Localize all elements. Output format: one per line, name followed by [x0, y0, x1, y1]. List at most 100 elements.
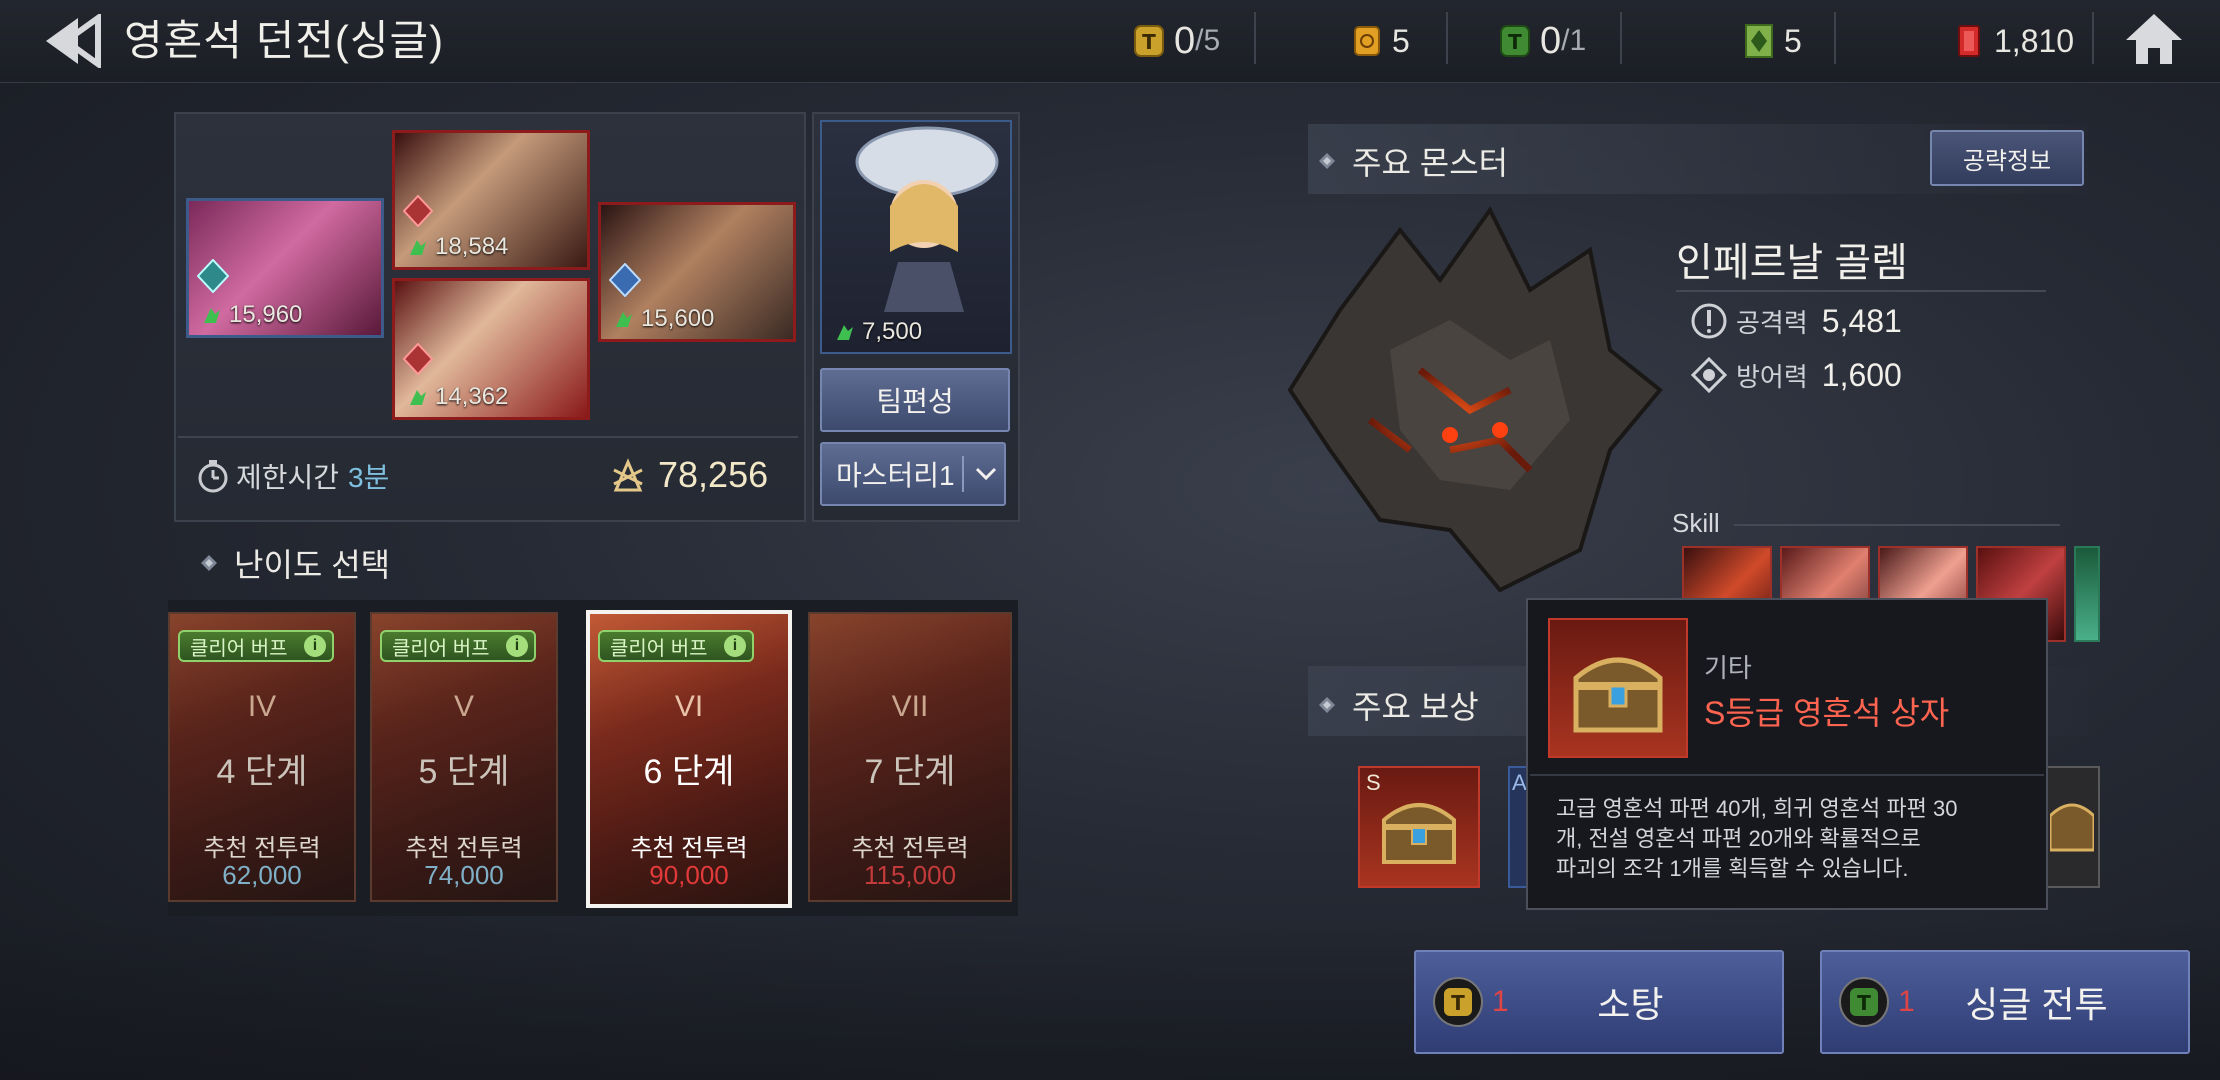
info-icon[interactable]: i [506, 635, 528, 657]
team-formation-button[interactable]: 팀편성 [820, 368, 1010, 432]
difficulty-roman: IV [247, 690, 277, 723]
defense-stat: 방어력 1,600 [1690, 356, 1902, 394]
soul-shard-counter: 5 [1744, 16, 1802, 66]
recommended-power-value: 62,000 [222, 860, 302, 890]
power-icon [410, 390, 426, 405]
divider [1446, 12, 1448, 64]
class-badge-icon [403, 343, 433, 375]
difficulty-roman: VII [891, 690, 929, 723]
difficulty-label: 5 단계 [418, 753, 510, 791]
recommended-power-label: 추천 전투력 [405, 835, 523, 862]
divider [1530, 774, 2044, 776]
info-icon[interactable]: i [724, 635, 746, 657]
divider [2092, 12, 2094, 64]
treasure-chest-icon [2050, 803, 2094, 852]
back-icon[interactable] [44, 14, 114, 68]
pet-portrait [855, 126, 999, 312]
power-icon [410, 240, 426, 255]
green-ticket-icon: T [1500, 25, 1530, 57]
diamond-bullet-icon [201, 555, 217, 571]
svg-text:T: T [1142, 30, 1156, 54]
divider [1620, 12, 1622, 64]
green-ticket-counter: T 0/1 [1500, 16, 1586, 66]
hero-card-4[interactable]: 15,600 [598, 202, 796, 342]
difficulty-card-5[interactable]: 클리어 버프 i V 5 단계 추천 전투력 74,000 [370, 612, 558, 902]
potion-icon [1354, 26, 1380, 56]
recommended-power-label: 추천 전투력 [630, 835, 748, 862]
total-combat-power: 78,256 [658, 454, 769, 495]
defense-icon [1690, 356, 1728, 394]
reward-section-title: 주요 보상 [1318, 682, 1479, 728]
class-badge-icon [609, 263, 641, 297]
svg-text:T: T [1451, 991, 1465, 1015]
strategy-info-button[interactable]: 공략정보 [1930, 130, 2084, 186]
tooltip-item-name: S등급 영혼석 상자 [1704, 695, 1950, 731]
hero-card-1[interactable]: 15,960 [186, 198, 384, 338]
yellow-ticket-icon: T [1134, 25, 1164, 57]
skill-icon-5[interactable] [2074, 546, 2100, 642]
green-ticket-icon: T [1839, 977, 1889, 1027]
sweep-button[interactable]: T 1 소탕 [1414, 950, 1784, 1054]
monster-name: 인페르날 골렘 [1676, 241, 1908, 285]
power-icon [616, 312, 632, 327]
treasure-chest-icon [1382, 803, 1456, 864]
time-limit-label: 제한시간 [236, 462, 340, 493]
tooltip-item-frame [1548, 618, 1688, 758]
reward-item-s-chest[interactable]: S [1358, 766, 1480, 888]
info-icon[interactable]: i [304, 635, 326, 657]
monster-portrait [1287, 206, 1663, 593]
difficulty-roman: V [453, 690, 474, 723]
monster-section-title: 주요 몬스터 [1318, 138, 1508, 184]
tooltip-description: 고급 영혼석 파편 40개, 희귀 영혼석 파편 30 개, 전설 영혼석 파편… [1556, 796, 1958, 881]
hero-card-2[interactable]: 18,584 [392, 130, 590, 270]
pet-card[interactable]: 7,500 [820, 120, 1012, 354]
difficulty-card-7[interactable]: VII 7 단계 추천 전투력 115,000 [808, 612, 1012, 902]
attack-stat: 공격력 5,481 [1690, 302, 1902, 340]
difficulty-label: 7 단계 [864, 753, 956, 791]
combat-power-icon [613, 458, 643, 492]
clear-buff-badge: 클리어 버프 i [380, 630, 536, 662]
recommended-power-value: 115,000 [863, 860, 957, 890]
difficulty-section-title: 난이도 선택 [200, 540, 390, 586]
difficulty-label: 6 단계 [643, 753, 735, 791]
stamina-counter: 5 [1352, 16, 1410, 66]
tooltip-category: 기타 [1704, 653, 1752, 683]
divider [962, 456, 964, 492]
recommended-power-value: 74,000 [424, 860, 504, 890]
class-badge-icon [403, 195, 433, 227]
attack-icon [1691, 303, 1727, 339]
ruby-icon [1958, 25, 1980, 57]
home-icon[interactable] [2124, 10, 2184, 68]
diamond-bullet-icon [1319, 153, 1335, 169]
difficulty-card-6-selected[interactable]: 클리어 버프 i VI 6 단계 추천 전투력 90,000 [586, 610, 792, 908]
skill-label: Skill [1672, 508, 1720, 538]
item-tooltip: 기타 S등급 영혼석 상자 고급 영혼석 파편 40개, 희귀 영혼석 파편 3… [1526, 598, 2048, 910]
class-badge-icon [197, 259, 229, 293]
difficulty-roman: VI [674, 690, 704, 723]
reward-item-chest-partial[interactable] [2046, 766, 2100, 888]
divider [1834, 12, 1836, 64]
power-icon [204, 308, 220, 323]
svg-text:T: T [1857, 991, 1871, 1015]
grade-badge: A [1512, 770, 1527, 795]
difficulty-label: 4 단계 [216, 753, 308, 791]
recommended-power-label: 추천 전투력 [203, 835, 321, 862]
timer-icon [198, 460, 228, 493]
time-limit-value: 3분 [348, 462, 390, 493]
ruby-counter: 1,810 [1954, 16, 2074, 66]
mastery-select[interactable]: 마스터리1 [820, 442, 1006, 506]
power-icon [837, 325, 853, 340]
page-title: 영혼석 던전(싱글) [124, 17, 445, 64]
divider [1254, 12, 1256, 64]
divider [178, 436, 798, 438]
diamond-bullet-icon [1319, 697, 1335, 713]
hero-card-3[interactable]: 14,362 [392, 278, 590, 420]
yellow-ticket-icon: T [1433, 977, 1483, 1027]
divider [1676, 290, 2046, 292]
difficulty-card-4[interactable]: 클리어 버프 i IV 4 단계 추천 전투력 62,000 [168, 612, 356, 902]
recommended-power-label: 추천 전투력 [851, 835, 969, 862]
single-battle-button[interactable]: T 1 싱글 전투 [1820, 950, 2190, 1054]
clear-buff-badge: 클리어 버프 i [178, 630, 334, 662]
treasure-chest-icon [1573, 657, 1663, 733]
chevron-down-icon[interactable] [974, 464, 998, 484]
